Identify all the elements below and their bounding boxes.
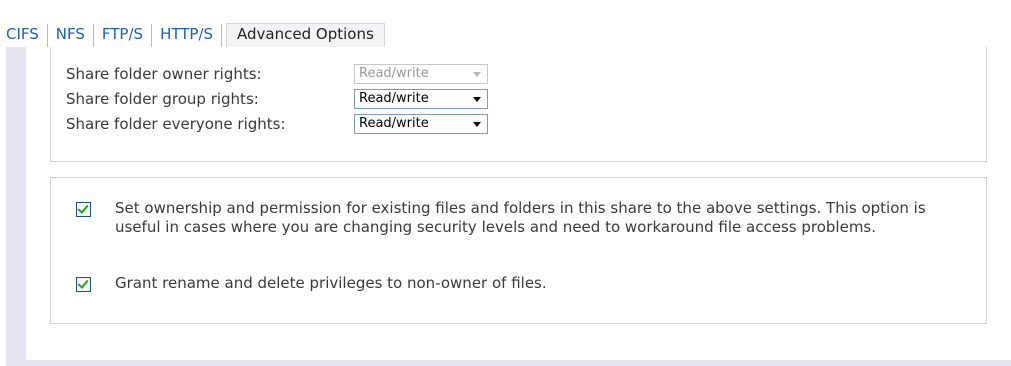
owner-rights-label: Share folder owner rights:: [66, 65, 262, 83]
chevron-down-icon: [473, 122, 481, 127]
tab-bar: CIFS NFS FTP/S HTTP/S Advanced Options: [4, 23, 385, 47]
owner-rights-value: Read/write: [359, 66, 429, 81]
set-ownership-option: Set ownership and permission for existin…: [76, 199, 965, 237]
tab-cifs[interactable]: CIFS: [4, 24, 48, 47]
chevron-down-icon: [473, 72, 481, 77]
owner-rights-select: Read/write: [354, 64, 488, 84]
tab-ftps[interactable]: FTP/S: [94, 24, 153, 47]
grant-rename-checkbox[interactable]: [76, 277, 91, 292]
tab-https[interactable]: HTTP/S: [152, 24, 223, 47]
owner-rights-row: Share folder owner rights: Read/write: [66, 62, 488, 86]
grant-rename-label: Grant rename and delete privileges to no…: [115, 274, 547, 292]
chevron-down-icon: [473, 97, 481, 102]
group-rights-select[interactable]: Read/write: [354, 89, 488, 109]
everyone-rights-row: Share folder everyone rights: Read/write: [66, 112, 488, 136]
tab-advanced-options[interactable]: Advanced Options: [226, 23, 385, 47]
group-rights-label: Share folder group rights:: [66, 90, 259, 108]
everyone-rights-select[interactable]: Read/write: [354, 114, 488, 134]
set-ownership-label: Set ownership and permission for existin…: [115, 199, 926, 236]
tab-nfs[interactable]: NFS: [48, 24, 94, 47]
everyone-rights-label: Share folder everyone rights:: [66, 115, 286, 133]
grant-rename-option: Grant rename and delete privileges to no…: [76, 274, 965, 293]
everyone-rights-value: Read/write: [359, 116, 429, 131]
group-rights-row: Share folder group rights: Read/write: [66, 87, 488, 111]
group-rights-value: Read/write: [359, 91, 429, 106]
set-ownership-checkbox[interactable]: [76, 202, 91, 217]
